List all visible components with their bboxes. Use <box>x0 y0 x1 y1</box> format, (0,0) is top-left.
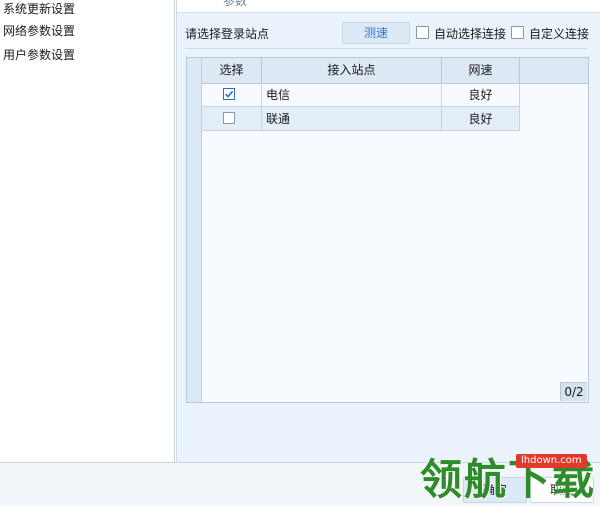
custom-connect-checkbox[interactable] <box>511 26 524 39</box>
site-cell: 联通 <box>262 107 442 131</box>
network-settings-panel: 参数 请选择登录站点 测速 自动选择连接 自定义连接 选择 接入站点 网速 电信… <box>176 0 600 462</box>
custom-connect-label: 自定义连接 <box>529 27 590 41</box>
speed-test-button[interactable]: 测速 <box>342 22 410 44</box>
site-grid: 选择 接入站点 网速 电信 良好 联通 良好 0/2 <box>186 57 589 403</box>
column-header-site[interactable]: 接入站点 <box>262 58 442 83</box>
speed-cell: 良好 <box>442 107 520 131</box>
nav-item-system-update[interactable]: 系统更新设置 <box>3 0 75 18</box>
column-header-speed[interactable]: 网速 <box>442 58 520 83</box>
row-select-checkbox[interactable] <box>223 88 235 100</box>
settings-nav: 系统更新设置 网络参数设置 用户参数设置 <box>0 0 175 462</box>
select-cell <box>202 107 262 131</box>
section-header-partial: 参数 <box>223 0 248 8</box>
page-counter: 0/2 <box>560 382 587 401</box>
speed-cell: 良好 <box>442 83 520 107</box>
auto-select-checkbox[interactable] <box>416 26 429 39</box>
cancel-button[interactable]: 取消 <box>530 477 594 503</box>
checkmark-icon <box>224 90 234 98</box>
row-header-strip <box>187 58 202 402</box>
row-select-checkbox[interactable] <box>223 112 235 124</box>
nav-item-network-params[interactable]: 网络参数设置 <box>3 22 75 40</box>
ok-button[interactable]: 确定 <box>463 477 527 503</box>
grid-header: 选择 接入站点 网速 <box>202 58 588 84</box>
dialog-button-bar: 确定 取消 <box>0 462 600 506</box>
login-site-label: 请选择登录站点 <box>185 27 270 41</box>
auto-select-label: 自动选择连接 <box>434 27 507 41</box>
table-row[interactable]: 电信 良好 <box>202 83 520 107</box>
section-header-strip: 参数 <box>177 0 600 13</box>
divider <box>185 48 587 49</box>
nav-item-user-params[interactable]: 用户参数设置 <box>3 46 75 64</box>
column-header-select[interactable]: 选择 <box>202 58 262 83</box>
select-cell <box>202 83 262 107</box>
table-row[interactable]: 联通 良好 <box>202 107 520 131</box>
site-cell: 电信 <box>262 83 442 107</box>
